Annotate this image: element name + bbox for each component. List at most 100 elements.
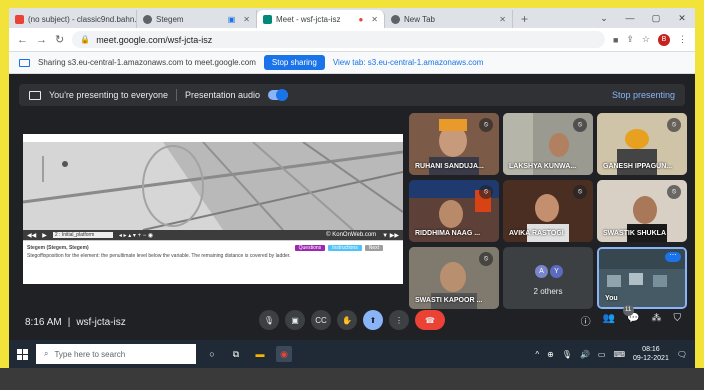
doc-buttons: Questions Instructions Next bbox=[294, 245, 383, 251]
minimize-icon[interactable]: — bbox=[617, 13, 643, 23]
file-explorer-icon[interactable]: ▬ bbox=[252, 346, 268, 362]
end-call-button[interactable]: ☎ bbox=[415, 310, 445, 330]
others-avatars: A Y bbox=[535, 265, 563, 278]
taskbar-time: 08:16 bbox=[642, 346, 660, 353]
reload-icon[interactable]: ↻ bbox=[55, 33, 64, 46]
task-view-icon[interactable]: ⧉ bbox=[228, 346, 244, 362]
present-button[interactable]: ⬆ bbox=[363, 310, 383, 330]
mic-tray-icon[interactable]: 🎙 bbox=[562, 350, 572, 359]
tab-meet[interactable]: Meet - wsf-jcta-isz ● ✕ bbox=[257, 10, 385, 28]
monitor-bezel bbox=[0, 368, 704, 390]
divider bbox=[175, 89, 177, 101]
participant-tile[interactable]: ⦸ SWASTIK SHUKLA bbox=[597, 180, 687, 242]
raise-hand-button[interactable]: ✋ bbox=[337, 310, 357, 330]
captions-button[interactable]: CC bbox=[311, 310, 331, 330]
presentation-view: ◀◀ ▶ 2 : Initial_platform ◂ ▸ ▴ ▾ + − ◉ … bbox=[23, 134, 403, 284]
chevron-up-icon[interactable]: ^ bbox=[535, 350, 539, 359]
window-controls: ⌄ — ▢ ✕ bbox=[591, 8, 695, 28]
search-placeholder: Type here to search bbox=[54, 349, 126, 359]
position-field[interactable]: 2 : Initial_platform bbox=[52, 232, 113, 238]
mic-button[interactable]: 🎙 bbox=[259, 310, 279, 330]
close-window-icon[interactable]: ✕ bbox=[669, 13, 695, 24]
sharing-text: Sharing s3.eu-central-1.amazonaws.com to… bbox=[38, 58, 256, 67]
participant-name: GANESH IPPAGUN... bbox=[603, 163, 673, 170]
tab-search-icon[interactable]: ⌄ bbox=[591, 13, 617, 24]
doc-text: Stegoffixposition for the element: the p… bbox=[27, 253, 291, 259]
system-tray: ^ ⊕ 🎙 🔊 ▭ ⌨ 08:16 09-12-2021 🗨 bbox=[535, 345, 687, 363]
url-field[interactable]: 🔒 meet.google.com/wsf-jcta-isz bbox=[72, 31, 605, 48]
tab-new-tab[interactable]: New Tab ✕ bbox=[385, 10, 513, 28]
tab-title: New Tab bbox=[404, 14, 435, 24]
maximize-icon[interactable]: ▢ bbox=[643, 13, 669, 24]
viewer-control-bar: ◀◀ ▶ 2 : Initial_platform ◂ ▸ ▴ ▾ + − ◉ … bbox=[23, 230, 403, 240]
display-icon[interactable]: ▭ bbox=[598, 350, 606, 359]
keyboard-icon[interactable]: ⌨ bbox=[613, 350, 625, 359]
taskbar-clock[interactable]: 08:16 09-12-2021 bbox=[633, 345, 669, 363]
tab-stegem[interactable]: Stegem ▣ ✕ bbox=[137, 10, 257, 28]
instructions-button[interactable]: Instructions bbox=[328, 245, 362, 251]
others-tile[interactable]: A Y 2 others bbox=[503, 247, 593, 309]
presentation-audio-toggle[interactable] bbox=[268, 89, 289, 101]
participant-tile[interactable]: ⦸ SWASTI KAPOOR ... bbox=[409, 247, 499, 309]
meeting-side-controls: ⓘ 👥 11 💬 ⁂ ⛉ bbox=[581, 305, 682, 328]
chrome-taskbar-icon[interactable]: ◉ bbox=[276, 346, 292, 362]
camera-icon[interactable]: ■ bbox=[613, 35, 618, 45]
profile-avatar[interactable]: B bbox=[658, 33, 670, 46]
people-icon[interactable]: 👥 11 bbox=[603, 305, 634, 328]
rewind-icon[interactable]: ◀◀ bbox=[27, 232, 36, 239]
activities-icon[interactable]: ⁂ bbox=[652, 313, 662, 328]
new-tab-button[interactable]: + bbox=[513, 10, 536, 28]
lock-icon: 🔒 bbox=[80, 35, 91, 44]
tab-title: (no subject) - classic9nd.bahn... bbox=[28, 14, 137, 24]
notifications-icon[interactable]: 🗨 bbox=[677, 350, 687, 359]
taskbar-date: 09-12-2021 bbox=[633, 355, 669, 362]
share-icon[interactable]: ⇪ bbox=[626, 34, 634, 45]
taskbar-search[interactable]: ⌕ Type here to search bbox=[36, 344, 196, 364]
windows-start-icon[interactable] bbox=[17, 348, 28, 360]
recording-icon: ● bbox=[358, 14, 364, 24]
play-icon[interactable]: ▶ bbox=[42, 232, 47, 239]
mic-off-icon: ⦸ bbox=[573, 185, 587, 199]
search-icon: ⌕ bbox=[44, 349, 49, 358]
volume-icon[interactable]: 🔊 bbox=[580, 350, 590, 359]
participant-tile[interactable]: ⦸ GANESH IPPAGUN... bbox=[597, 113, 687, 175]
participant-tile[interactable]: ⦸ RIDDHIMA NAAG ... bbox=[409, 180, 499, 242]
mic-off-icon: ⦸ bbox=[479, 252, 493, 266]
document-panel: Stegem (Stegem, Stegem) Stegoffixpositio… bbox=[23, 240, 403, 284]
meet-area: You're presenting to everyone Presentati… bbox=[9, 74, 695, 340]
next-button[interactable]: Next bbox=[364, 245, 383, 251]
participant-tile[interactable]: ⦸ RUHANI SANDUJA... bbox=[409, 113, 499, 175]
close-icon[interactable]: ✕ bbox=[243, 15, 250, 24]
participant-name: RIDDHIMA NAAG ... bbox=[415, 230, 481, 237]
participant-tile[interactable]: ⦸ LAKSHYA KUNWA... bbox=[503, 113, 593, 175]
forward-icon[interactable]: ▼ ▶▶ bbox=[382, 232, 399, 239]
presentation-audio-label: Presentation audio bbox=[184, 90, 261, 100]
info-icon[interactable]: ⓘ bbox=[581, 313, 591, 328]
menu-kebab-icon[interactable]: ⋮ bbox=[678, 34, 687, 45]
staircase-photo bbox=[23, 142, 403, 230]
nav-arrows-icon[interactable]: ◂ ▸ ▴ ▾ + − ◉ bbox=[119, 232, 153, 239]
more-options-icon[interactable]: ⋯ bbox=[665, 252, 681, 262]
tab-title: Meet - wsf-jcta-isz bbox=[276, 14, 341, 24]
back-icon[interactable]: ← bbox=[17, 34, 28, 46]
participant-tile[interactable]: ⦸ AVIKA RASTOGI bbox=[503, 180, 593, 242]
others-label: 2 others bbox=[533, 287, 563, 296]
camera-button[interactable]: ▣ bbox=[285, 310, 305, 330]
mic-off-icon: ⦸ bbox=[479, 118, 493, 132]
self-tile[interactable]: ⋯ You bbox=[597, 247, 687, 309]
more-options-button[interactable]: ⋮ bbox=[389, 310, 409, 330]
stop-sharing-button[interactable]: Stop sharing bbox=[263, 55, 325, 70]
network-icon[interactable]: ⊕ bbox=[547, 350, 554, 359]
close-icon[interactable]: ✕ bbox=[371, 15, 378, 24]
forward-icon[interactable]: → bbox=[36, 34, 47, 46]
questions-button[interactable]: Questions bbox=[294, 245, 326, 251]
avatar: A bbox=[535, 265, 548, 278]
stop-presenting-button[interactable]: Stop presenting bbox=[612, 90, 675, 100]
close-icon[interactable]: ✕ bbox=[499, 15, 506, 24]
view-tab-link[interactable]: View tab: s3.eu-central-1.amazonaws.com bbox=[333, 58, 484, 67]
cortana-icon[interactable]: ○ bbox=[204, 346, 220, 362]
host-controls-icon[interactable]: ⛉ bbox=[674, 313, 682, 328]
staircase-illustration bbox=[23, 142, 403, 230]
bookmark-star-icon[interactable]: ☆ bbox=[642, 34, 650, 45]
tab-gmail[interactable]: (no subject) - classic9nd.bahn... ✕ bbox=[9, 10, 137, 28]
